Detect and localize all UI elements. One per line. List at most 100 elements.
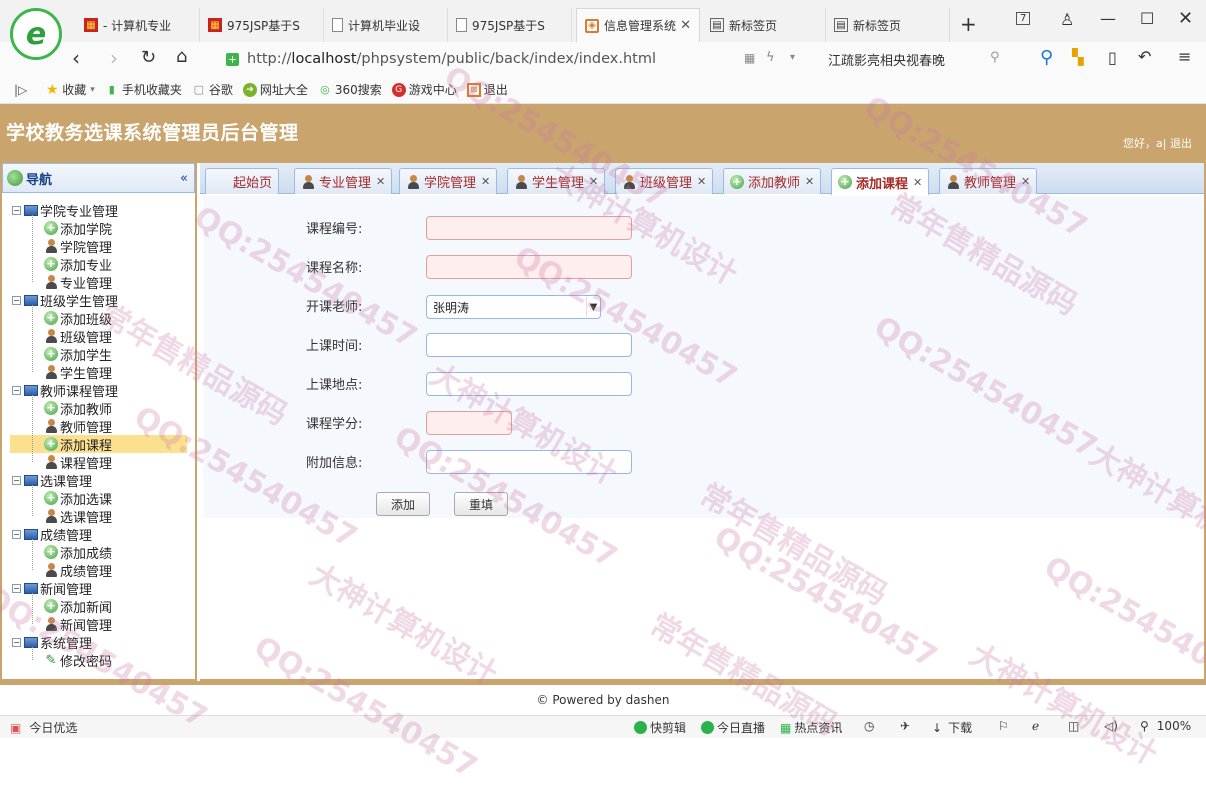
collapse-toggle-icon[interactable]: − [12,475,21,485]
nav-item[interactable]: 新闻管理 [10,615,190,634]
panel-tab[interactable]: 教师管理 ✕ [939,168,1038,194]
collapse-toggle-icon[interactable]: − [12,637,21,647]
nav-item[interactable]: 班级管理 [10,327,190,346]
nav-item[interactable]: 课程管理 [10,453,190,472]
panel-tab[interactable]: 班级管理 ✕ [615,168,714,194]
collapse-toggle-icon[interactable]: − [12,205,21,215]
panel-tab[interactable]: 学生管理 ✕ [507,168,606,194]
volume-icon[interactable]: ◁) [1104,719,1118,733]
bookmark-sites[interactable]: ➜ 网址大全 [242,81,308,98]
nav-item[interactable]: ✎ 修改密码 [10,651,190,670]
sidebar-toggle-icon[interactable]: |▷ [14,83,27,97]
bookmark-360[interactable]: ◎ 360搜索 [318,81,382,98]
maximize-button[interactable]: ☐ [1140,9,1154,28]
nav-group[interactable]: − 教师课程管理 [10,381,190,400]
undo-icon[interactable]: ↶ [1138,47,1151,66]
bookmark-logout[interactable]: ⊠ 退出 [466,81,508,98]
minimize-button[interactable]: — [1100,9,1116,28]
nav-item[interactable]: 学院管理 [10,237,190,256]
back-icon[interactable]: ‹ [72,46,80,70]
bookmark-mobile[interactable]: ▮ 手机收藏夹 [105,81,182,98]
phone-icon[interactable]: ▯ [1108,48,1117,67]
nav-item[interactable]: 专业管理 [10,273,190,292]
browser-tab[interactable]: ◈ 信息管理系统 ✕ [576,8,700,42]
collapse-toggle-icon[interactable]: − [12,295,21,305]
nav-item[interactable]: + 添加学院 [10,219,190,238]
close-tab-icon[interactable]: ✕ [680,18,691,33]
nav-item[interactable]: 教师管理 [10,417,190,436]
welcome-logout-link[interactable]: 您好，a| 退出 [1123,135,1192,151]
nav-item[interactable]: 成绩管理 [10,561,190,580]
chevron-down-icon[interactable]: ▾ [790,52,795,63]
nav-group[interactable]: − 学院专业管理 [10,201,190,220]
credit-input[interactable] [426,411,512,435]
teacher-select[interactable]: 张明涛 ▼ [426,295,601,319]
status-item-clip[interactable]: 快剪辑 [634,719,686,736]
qr-icon[interactable]: ▦ [744,51,755,65]
browser-tab[interactable]: ▤ 新标签页 [826,8,950,42]
close-tab-icon[interactable]: ✕ [481,175,490,188]
browser-tab[interactable]: 计算机毕业设 [324,8,448,42]
nav-item[interactable]: 学生管理 [10,363,190,382]
close-tab-icon[interactable]: ✕ [1021,175,1030,188]
browser-tab[interactable]: ▦ - 计算机专业 [76,8,200,42]
nav-item[interactable]: + 添加班级 [10,309,190,328]
browser-logo-icon[interactable]: e [10,8,62,60]
panel-tab[interactable]: 起始页 [205,168,280,194]
nav-item[interactable]: + 添加课程 [10,435,187,454]
menu-icon[interactable]: ≡ [1178,47,1191,66]
panel-tab[interactable]: 专业管理 ✕ [294,168,393,194]
home-icon[interactable]: ⌂ [176,46,187,67]
panel-tab[interactable]: + 添加课程 ✕ [831,168,930,195]
search-small-icon[interactable]: ⚲ [990,50,1000,65]
daily-picks[interactable]: ▣ 今日优选 [10,719,77,736]
submit-button[interactable]: 添加 [376,492,430,516]
nav-item[interactable]: + 添加成绩 [10,543,190,562]
reset-button[interactable]: 重填 [454,492,508,516]
zoom-control[interactable]: ⚲ 100% [1140,719,1191,733]
browser-tab[interactable]: 975JSP基于S [448,8,572,42]
nav-item[interactable]: + 添加专业 [10,255,190,274]
extra-input[interactable] [426,450,632,474]
nav-item[interactable]: + 添加教师 [10,399,190,418]
chevron-down-icon[interactable]: ▼ [586,297,600,317]
course-name-input[interactable] [426,255,632,279]
nav-group[interactable]: − 新闻管理 [10,579,190,598]
new-tab-button[interactable]: + [960,12,977,36]
apps-icon[interactable]: ▚ [1072,48,1084,66]
refresh-icon[interactable]: ↻ [141,47,156,68]
nav-group[interactable]: − 选课管理 [10,471,190,490]
nav-group[interactable]: − 成绩管理 [10,525,190,544]
nav-group[interactable]: − 班级学生管理 [10,291,190,310]
panel-tab[interactable]: + 添加教师 ✕ [723,168,822,194]
download-button[interactable]: ↓ 下载 [932,719,972,736]
collapse-toggle-icon[interactable]: − [12,385,21,395]
collapse-toggle-icon[interactable]: − [12,529,21,539]
browser-tab[interactable]: ▦ 975JSP基于S [200,8,324,42]
bookmark-google[interactable]: ▢ 谷歌 [192,81,233,98]
time-input[interactable] [426,333,632,357]
close-tab-icon[interactable]: ✕ [697,175,706,188]
nav-item[interactable]: + 添加学生 [10,345,190,364]
nav-item[interactable]: + 添加选课 [10,489,190,508]
bookmark-favorites[interactable]: ★ 收藏 ▾ [45,81,95,98]
forward-icon[interactable]: › [110,46,118,70]
search-hint-text[interactable]: 江疏影亮相央视春晚 [828,50,945,69]
nav-group[interactable]: − 系统管理 [10,633,190,652]
collapse-toggle-icon[interactable]: − [12,583,21,593]
window-icon[interactable]: ◫ [1068,719,1079,733]
ie-icon[interactable]: ℯ [1032,719,1039,733]
close-tab-icon[interactable]: ✕ [805,175,814,188]
browser-tab[interactable]: ▤ 新标签页 [702,8,826,42]
pin-icon[interactable]: ✈ [900,719,910,733]
panel-tab[interactable]: 学院管理 ✕ [399,168,498,194]
search-icon[interactable]: ⚲ [1040,47,1053,68]
nav-item[interactable]: + 添加新闻 [10,597,190,616]
bookmark-games[interactable]: G 游戏中心 [391,81,457,98]
flag-icon[interactable]: ⚐ [998,719,1009,733]
close-window-button[interactable]: ✕ [1178,8,1193,29]
collapse-icon[interactable]: « [180,171,188,186]
shirt-icon[interactable]: ♙ [1060,10,1074,29]
course-no-input[interactable] [426,216,632,240]
close-tab-icon[interactable]: ✕ [589,175,598,188]
